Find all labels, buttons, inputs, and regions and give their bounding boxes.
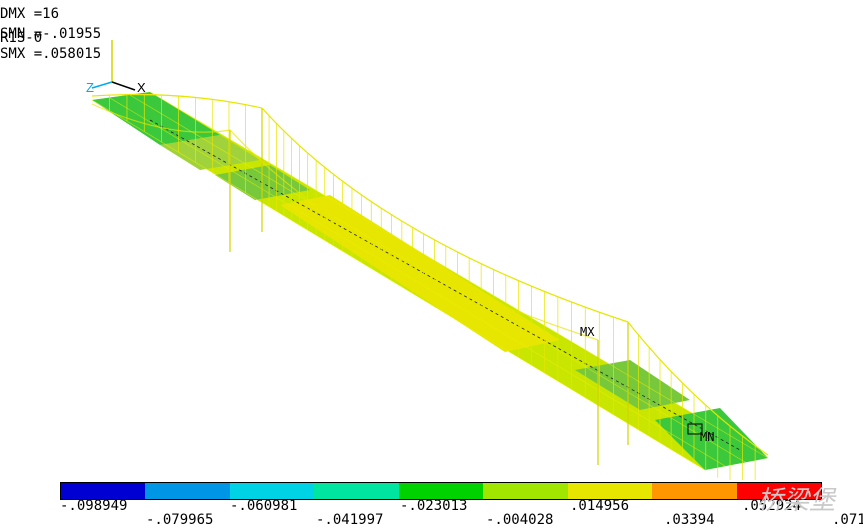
legend-top-label-3: .014956 — [570, 498, 630, 514]
legend-swatch-0 — [61, 483, 146, 499]
legend-swatch-6 — [567, 483, 653, 499]
legend-bottom-label-4: .071 — [832, 512, 863, 528]
watermark: 桥梁堡 — [756, 486, 835, 516]
max-marker: MX — [580, 325, 595, 339]
legend-bottom-label-1: -.041997 — [316, 512, 384, 528]
min-marker: MN — [700, 430, 714, 444]
legend-top-label-0: -.098949 — [60, 498, 128, 514]
legend-swatch-2 — [229, 483, 315, 499]
triad-z-label: Z — [86, 80, 94, 95]
legend-swatch-7 — [652, 483, 737, 499]
legend-swatch-4 — [398, 483, 484, 499]
bridge-model-viewport[interactable]: X Z MX MN — [0, 0, 863, 480]
legend-swatch-5 — [483, 483, 568, 499]
axis-triad: X Z — [86, 40, 146, 95]
legend-swatch-3 — [314, 483, 399, 499]
legend-bottom-label-3: .03394 — [664, 512, 715, 528]
contour-region-center — [280, 195, 560, 352]
legend-bottom-label-2: -.004028 — [486, 512, 554, 528]
triad-x-label: X — [137, 80, 146, 95]
legend-swatch-1 — [145, 483, 230, 499]
legend-tick-labels: -.098949 -.060981 -.023013 .014956 .0529… — [0, 498, 863, 528]
legend-bottom-label-0: -.079965 — [146, 512, 214, 528]
legend-top-label-2: -.023013 — [400, 498, 468, 514]
legend-top-label-1: -.060981 — [230, 498, 298, 514]
